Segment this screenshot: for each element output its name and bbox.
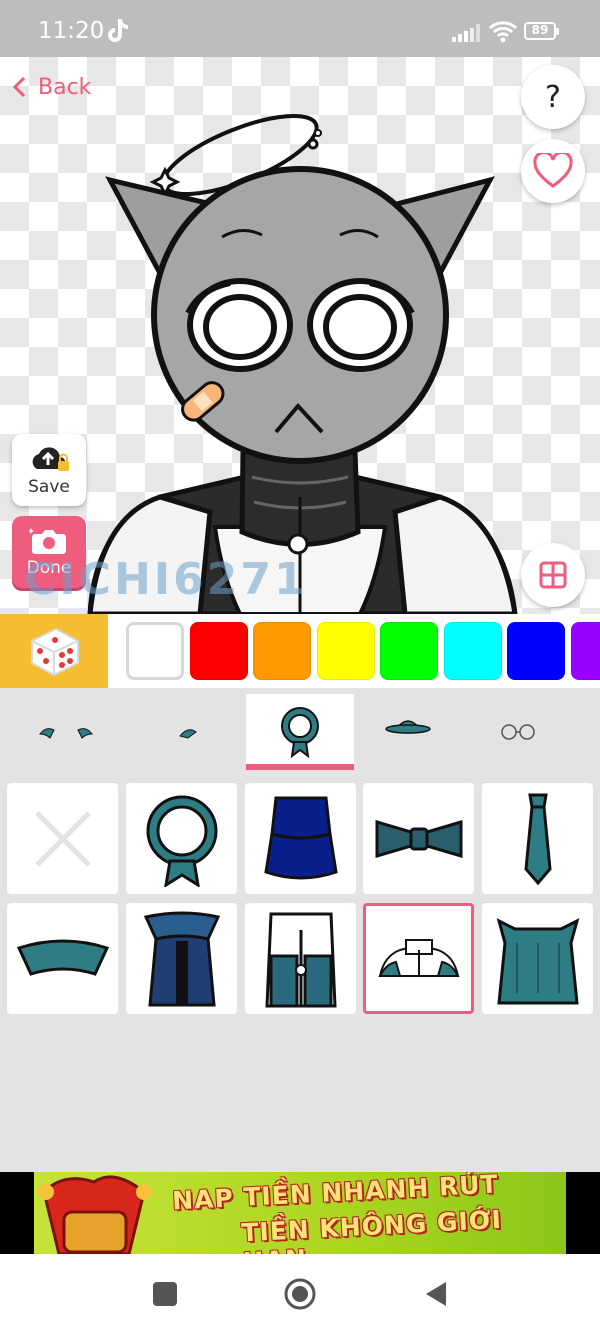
tab-eyebrows[interactable] — [12, 694, 120, 770]
item-white-teal-jacket[interactable] — [363, 903, 474, 1014]
item-navy-layered-top[interactable] — [245, 783, 356, 894]
hat-icon — [385, 720, 431, 734]
character-drawing — [87, 113, 518, 614]
items-panel — [0, 772, 600, 1172]
back-button[interactable]: Back — [12, 69, 91, 105]
collar-icon — [281, 707, 319, 759]
question-mark-icon: ? — [545, 79, 561, 115]
item-navy-scarf[interactable] — [126, 903, 237, 1014]
tab-glasses[interactable] — [464, 694, 572, 770]
color-swatch-1[interactable] — [126, 622, 184, 680]
status-time: 11:20 — [38, 18, 105, 44]
home-icon[interactable] — [283, 1277, 317, 1311]
favorite-button[interactable] — [521, 139, 585, 203]
dice-icon — [31, 627, 79, 677]
tab-accessory[interactable] — [134, 694, 242, 770]
wifi-icon — [488, 21, 518, 43]
active-tab-indicator — [246, 764, 354, 770]
accessory-icon — [179, 729, 197, 739]
ad-banner[interactable]: NAP TIỀN NHANH RÚT TIỀN KHÔNG GIỚI HẠN — [0, 1172, 600, 1254]
close-icon — [34, 810, 91, 867]
ad-creative[interactable]: NAP TIỀN NHANH RÚT TIỀN KHÔNG GIỚI HẠN — [34, 1172, 566, 1254]
teal-dress-icon — [496, 917, 579, 1004]
character-canvas: Back ? Save Done CICHI6271 — [0, 57, 600, 614]
glasses-icon — [501, 724, 535, 740]
white-teal-jacket-icon — [377, 938, 460, 977]
navy-scarf-icon — [143, 911, 220, 1006]
randomize-button[interactable] — [0, 614, 108, 688]
recents-icon[interactable] — [152, 1281, 178, 1307]
grid-view-button[interactable] — [521, 543, 585, 607]
category-tabs — [0, 688, 600, 772]
back-label: Back — [38, 74, 92, 100]
save-label: Save — [28, 477, 70, 497]
tiktok-icon — [108, 19, 128, 42]
color-swatch-6[interactable] — [443, 622, 502, 680]
ring-collar-icon — [146, 795, 217, 887]
item-none[interactable] — [7, 783, 118, 894]
color-swatch-5[interactable] — [380, 622, 438, 680]
navy-top-icon — [263, 796, 338, 879]
item-bow-tie[interactable] — [363, 783, 474, 894]
item-teal-dress-top[interactable] — [482, 903, 593, 1014]
color-swatch-4[interactable] — [316, 622, 375, 680]
tab-neck[interactable] — [246, 694, 354, 770]
signal-icon — [452, 24, 480, 42]
tie-icon — [523, 793, 552, 885]
jester-icon — [38, 1175, 152, 1254]
color-swatch-3[interactable] — [253, 622, 311, 680]
color-swatch-7[interactable] — [507, 622, 565, 680]
eyebrows-icon — [38, 728, 94, 739]
back-triangle-icon[interactable] — [424, 1280, 448, 1308]
watermark-text: CICHI6271 — [24, 554, 308, 605]
color-swatch-2[interactable] — [189, 622, 248, 680]
system-nav-bar — [0, 1254, 600, 1333]
heart-icon — [533, 153, 573, 188]
tab-hat[interactable] — [354, 694, 462, 770]
item-zip-jacket[interactable] — [245, 903, 356, 1014]
item-tie[interactable] — [482, 783, 593, 894]
camera-icon — [29, 528, 66, 554]
chevron-left-icon — [12, 76, 26, 98]
grid-icon — [539, 561, 567, 589]
teal-collar-icon — [16, 939, 109, 976]
color-swatch-8[interactable] — [570, 622, 600, 680]
item-ring-collar[interactable] — [126, 783, 237, 894]
cloud-upload-lock-icon — [32, 447, 69, 471]
battery-level: 89 — [531, 23, 549, 37]
item-teal-collar[interactable] — [7, 903, 118, 1014]
bow-tie-icon — [375, 819, 462, 858]
zip-jacket-icon — [264, 912, 337, 1007]
battery-icon: 89 — [524, 22, 560, 42]
save-button[interactable]: Save — [12, 434, 86, 506]
help-button[interactable]: ? — [521, 65, 585, 129]
